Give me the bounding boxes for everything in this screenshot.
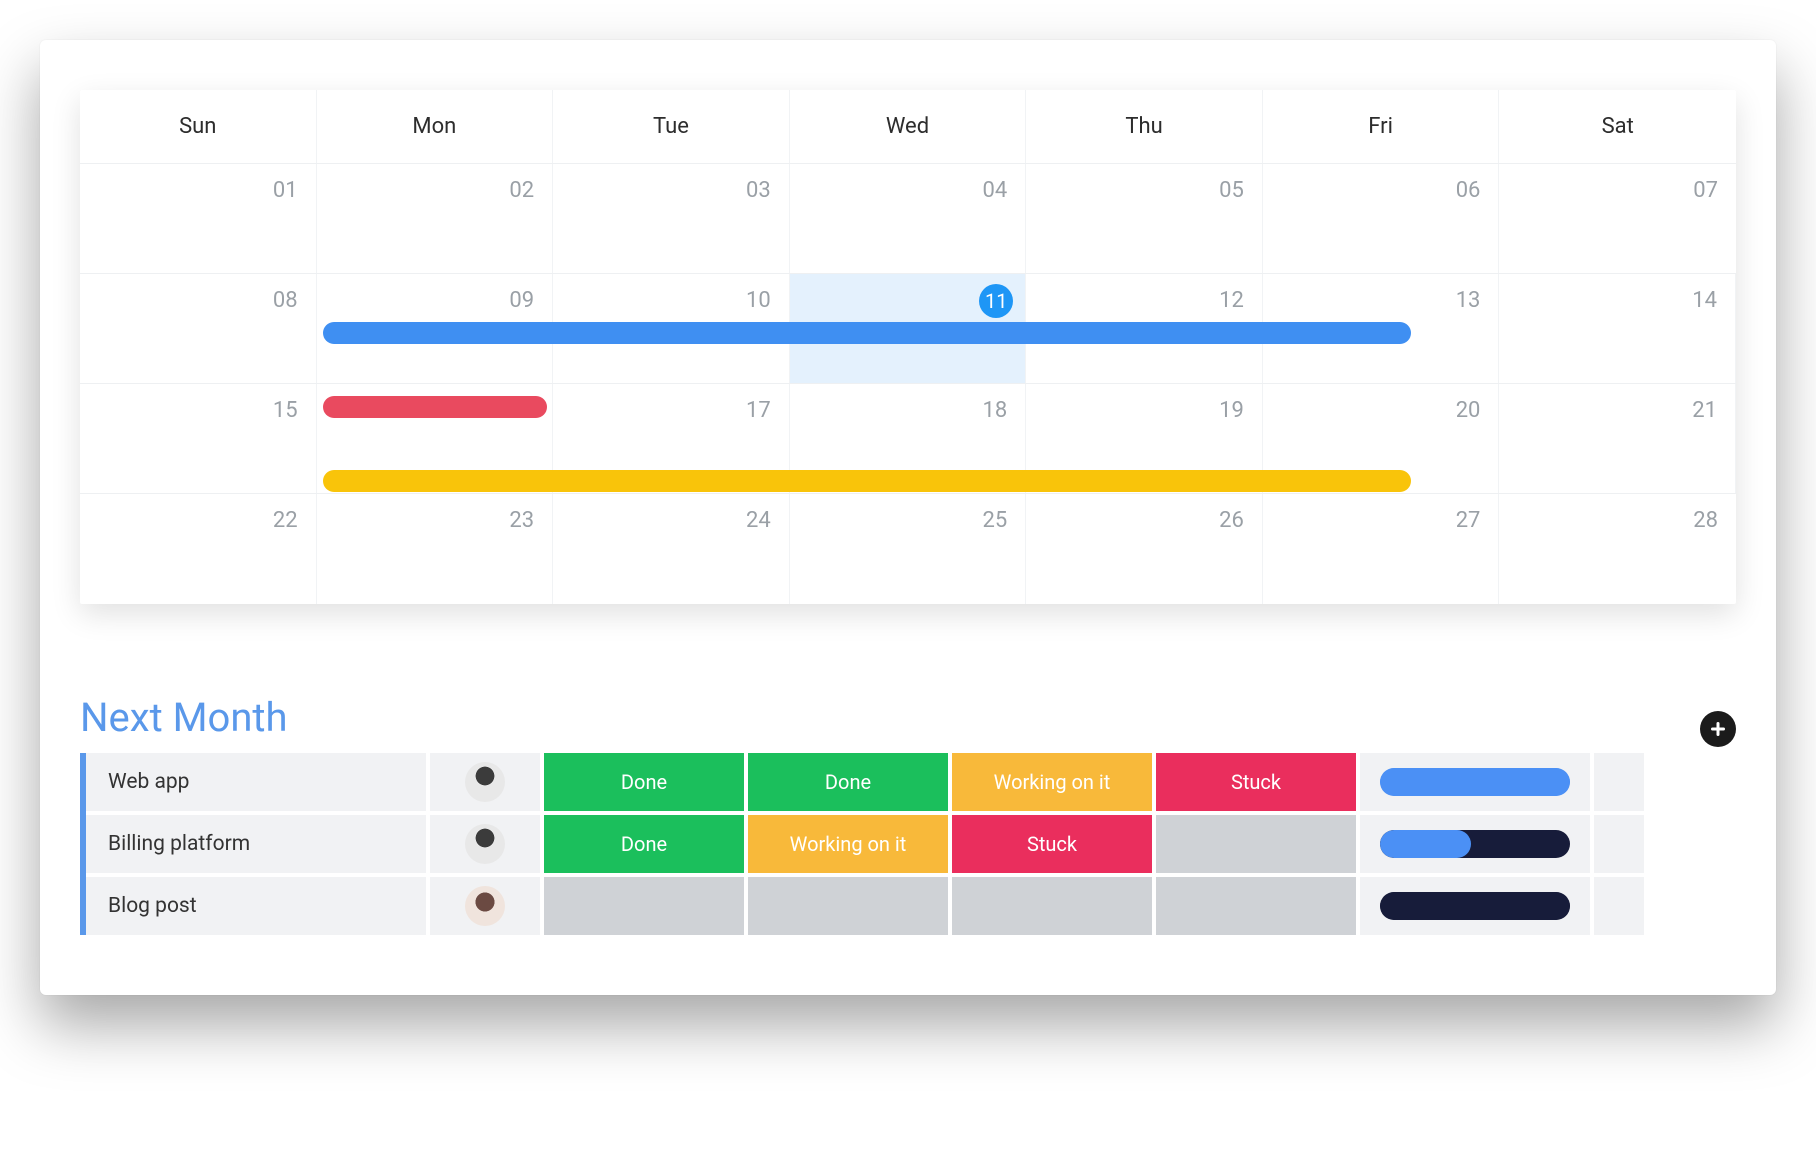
calendar-row: 15161718192021 <box>80 384 1736 494</box>
plus-icon <box>1708 719 1728 739</box>
calendar-date: 12 <box>1219 288 1244 313</box>
timeline-cell[interactable] <box>1360 815 1590 873</box>
calendar-date: 28 <box>1693 508 1718 533</box>
calendar-cell[interactable]: 26 <box>1026 494 1263 604</box>
calendar-cell[interactable]: 04 <box>790 164 1027 273</box>
table-row: Web appDoneDoneWorking on itStuck <box>86 753 1736 811</box>
status-cell-done[interactable]: Done <box>748 753 948 811</box>
row-end-cell <box>1594 877 1644 935</box>
calendar-cell[interactable]: 08 <box>80 274 317 383</box>
calendar-row: 08 09 10 11 12 13 14 <box>80 274 1736 384</box>
calendar-date: 25 <box>983 508 1008 533</box>
calendar-cell[interactable]: 02 <box>317 164 554 273</box>
calendar-date: 17 <box>746 398 771 423</box>
status-cell-empty[interactable] <box>544 877 744 935</box>
calendar-cell[interactable]: 28 <box>1499 494 1736 604</box>
calendar-date: 03 <box>746 178 771 203</box>
calendar-date: 07 <box>1693 178 1718 203</box>
task-name[interactable]: Web app <box>86 753 426 811</box>
calendar-date: 13 <box>1456 288 1481 313</box>
task-name[interactable]: Blog post <box>86 877 426 935</box>
calendar-date: 11 <box>979 284 1013 318</box>
add-button[interactable] <box>1700 711 1736 747</box>
status-cell-empty[interactable] <box>748 877 948 935</box>
timeline-cell[interactable] <box>1360 753 1590 811</box>
calendar-date: 18 <box>983 398 1008 423</box>
calendar-date: 14 <box>1692 288 1717 313</box>
row-end-cell <box>1594 815 1644 873</box>
calendar-cell[interactable]: 22 <box>80 494 317 604</box>
avatar-icon <box>465 762 505 802</box>
avatar[interactable] <box>430 877 540 935</box>
calendar-cell[interactable]: 27 <box>1263 494 1500 604</box>
status-cell-empty[interactable] <box>952 877 1152 935</box>
calendar-date: 15 <box>273 398 298 423</box>
table-row: Blog post <box>86 877 1736 935</box>
status-cell-working[interactable]: Working on it <box>748 815 948 873</box>
calendar-date: 20 <box>1456 398 1481 423</box>
avatar[interactable] <box>430 753 540 811</box>
calendar-event-bar[interactable] <box>323 470 1411 492</box>
board: Web appDoneDoneWorking on itStuckBilling… <box>80 753 1736 935</box>
status-cell-done[interactable]: Done <box>544 815 744 873</box>
calendar-date: 27 <box>1456 508 1481 533</box>
calendar-cell[interactable]: 24 <box>553 494 790 604</box>
calendar-cell[interactable]: 14 <box>1499 274 1736 383</box>
calendar-date: 04 <box>983 178 1008 203</box>
calendar-cell[interactable]: 23 <box>317 494 554 604</box>
day-header-fri: Fri <box>1263 90 1500 163</box>
task-name[interactable]: Billing platform <box>86 815 426 873</box>
calendar-date: 21 <box>1692 398 1717 423</box>
avatar-icon <box>465 824 505 864</box>
calendar-date: 06 <box>1456 178 1481 203</box>
calendar-cell[interactable]: 01 <box>80 164 317 273</box>
calendar-cell[interactable]: 05 <box>1026 164 1263 273</box>
calendar-date: 02 <box>509 178 534 203</box>
calendar-date: 05 <box>1219 178 1244 203</box>
calendar-event-bar[interactable] <box>323 396 548 418</box>
calendar-cell[interactable]: 07 <box>1499 164 1736 273</box>
calendar-date: 23 <box>509 508 534 533</box>
table-row: Billing platform DoneWorking on itStuck <box>86 815 1736 873</box>
status-cell-working[interactable]: Working on it <box>952 753 1152 811</box>
day-header-mon: Mon <box>317 90 554 163</box>
calendar-grid: 0102030405060708091011121314151617181920… <box>80 164 1736 604</box>
calendar-date: 09 <box>509 288 534 313</box>
calendar-cell[interactable]: 21 <box>1499 384 1736 493</box>
status-cell-empty[interactable] <box>1156 815 1356 873</box>
row-end-cell <box>1594 753 1644 811</box>
calendar-event-bar[interactable] <box>323 322 1411 344</box>
day-header-sun: Sun <box>80 90 317 163</box>
timeline-cell[interactable] <box>1360 877 1590 935</box>
calendar-cell[interactable]: 25 <box>790 494 1027 604</box>
day-header-tue: Tue <box>553 90 790 163</box>
calendar-row: 22 23 24 25 26 27 28 <box>80 494 1736 604</box>
status-cell-done[interactable]: Done <box>544 753 744 811</box>
calendar-date: 22 <box>273 508 298 533</box>
calendar-date: 01 <box>273 178 298 203</box>
status-cell-empty[interactable] <box>1156 877 1356 935</box>
calendar-header: Sun Mon Tue Wed Thu Fri Sat <box>80 90 1736 164</box>
calendar-cell[interactable]: 06 <box>1263 164 1500 273</box>
status-cell-stuck[interactable]: Stuck <box>1156 753 1356 811</box>
day-header-sat: Sat <box>1499 90 1736 163</box>
status-cell-stuck[interactable]: Stuck <box>952 815 1152 873</box>
avatar[interactable] <box>430 815 540 873</box>
calendar-date: 10 <box>746 288 771 313</box>
calendar-date: 26 <box>1219 508 1244 533</box>
calendar-date: 24 <box>746 508 771 533</box>
calendar-cell[interactable]: 03 <box>553 164 790 273</box>
section-title: Next Month <box>80 694 288 741</box>
calendar-row: 01 02 03 04 05 06 07 <box>80 164 1736 274</box>
avatar-icon <box>465 886 505 926</box>
calendar-date: 08 <box>273 288 298 313</box>
calendar: Sun Mon Tue Wed Thu Fri Sat 01 02 03 04 05 06… <box>80 90 1736 604</box>
calendar-cell[interactable]: 15 <box>80 384 317 493</box>
day-header-thu: Thu <box>1026 90 1263 163</box>
day-header-wed: Wed <box>790 90 1027 163</box>
calendar-date: 19 <box>1219 398 1244 423</box>
